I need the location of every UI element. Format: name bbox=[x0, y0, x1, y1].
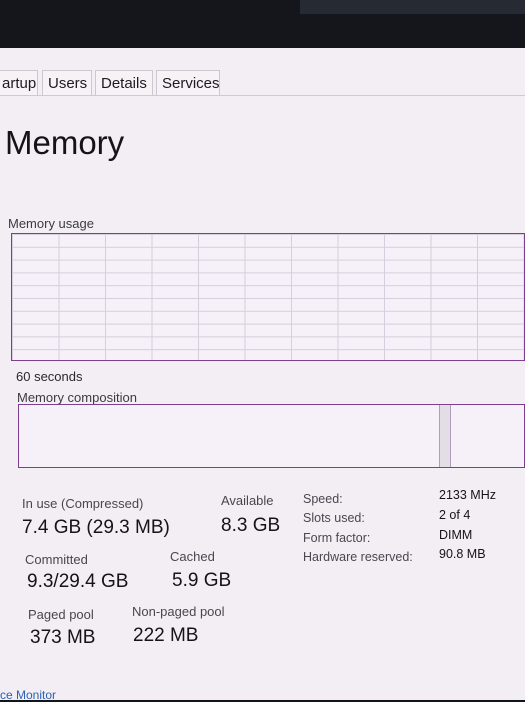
tab-bar: artup Users Details Services bbox=[0, 70, 525, 96]
slots-used-value: 2 of 4 bbox=[439, 508, 471, 522]
paged-pool-label: Paged pool bbox=[28, 607, 94, 622]
hardware-reserved-value: 90.8 MB bbox=[439, 547, 486, 561]
form-factor-value: DIMM bbox=[439, 528, 473, 542]
slots-used-label: Slots used: bbox=[303, 511, 365, 525]
in-use-label: In use (Compressed) bbox=[22, 496, 144, 511]
cached-label: Cached bbox=[170, 549, 215, 564]
form-factor-label: Form factor: bbox=[303, 531, 371, 545]
committed-label: Committed bbox=[25, 552, 88, 567]
bezel-highlight bbox=[300, 0, 525, 14]
memory-composition-label: Memory composition bbox=[17, 390, 137, 405]
non-paged-pool-value: 222 MB bbox=[133, 625, 199, 646]
cached-value: 5.9 GB bbox=[172, 570, 232, 591]
tab-divider bbox=[0, 95, 525, 96]
memory-usage-chart bbox=[11, 233, 525, 361]
monitor-bezel bbox=[0, 0, 525, 52]
tab-users[interactable]: Users bbox=[42, 70, 92, 95]
speed-value: 2133 MHz bbox=[439, 488, 496, 502]
time-window-label: 60 seconds bbox=[16, 369, 83, 384]
committed-value: 9.3/29.4 GB bbox=[27, 571, 129, 592]
hardware-reserved-label: Hardware reserved: bbox=[303, 550, 413, 564]
memory-usage-label: Memory usage bbox=[8, 216, 94, 231]
tab-startup[interactable]: artup bbox=[0, 70, 38, 95]
tab-details[interactable]: Details bbox=[95, 70, 153, 95]
composition-standby-segment bbox=[439, 405, 451, 467]
tab-services[interactable]: Services bbox=[156, 70, 220, 95]
available-label: Available bbox=[221, 493, 274, 508]
memory-composition-bar bbox=[18, 404, 525, 468]
paged-pool-value: 373 MB bbox=[30, 627, 96, 648]
in-use-value: 7.4 GB (29.3 MB) bbox=[22, 517, 170, 538]
available-value: 8.3 GB bbox=[221, 515, 281, 536]
page-title: Memory bbox=[5, 124, 125, 161]
non-paged-pool-label: Non-paged pool bbox=[132, 604, 225, 619]
speed-label: Speed: bbox=[303, 492, 343, 506]
